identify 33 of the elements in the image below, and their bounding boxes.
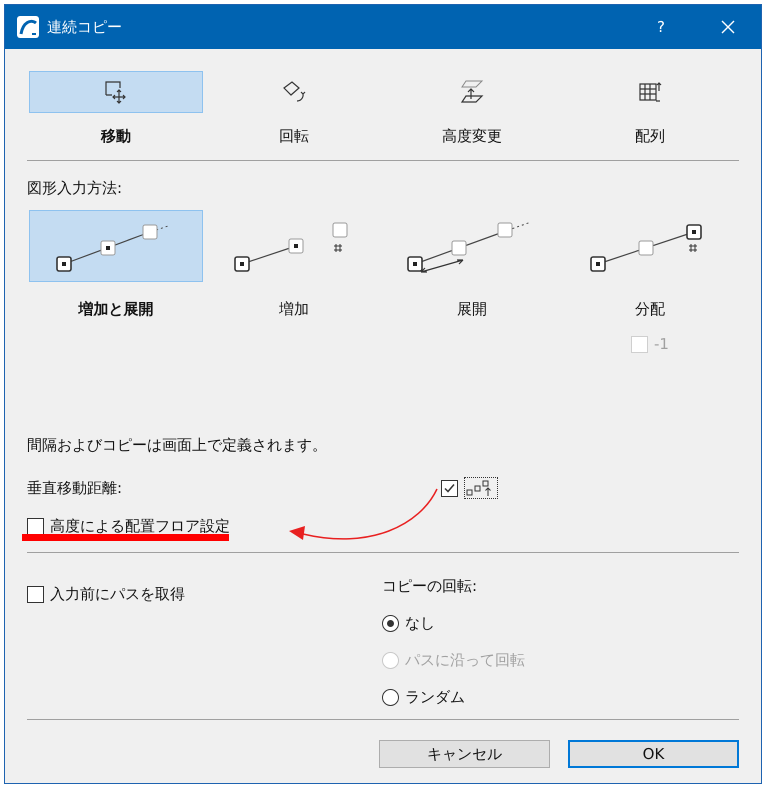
mode-label: 回転 bbox=[279, 127, 309, 146]
check-icon bbox=[444, 482, 455, 494]
window-title: 連続コピー bbox=[47, 18, 123, 36]
field-label: 垂直移動距離: bbox=[27, 478, 124, 498]
input-method-option[interactable] bbox=[29, 210, 203, 282]
checkbox[interactable] bbox=[441, 480, 458, 496]
checkbox-label: 高度による配置フロア設定 bbox=[50, 517, 230, 536]
app-logo-icon bbox=[17, 16, 39, 38]
mode-label: 高度変更 bbox=[442, 127, 502, 146]
checkbox[interactable] bbox=[27, 518, 44, 535]
mode-label: 移動 bbox=[101, 127, 131, 146]
help-button[interactable]: ? bbox=[657, 18, 665, 36]
checkbox[interactable] bbox=[27, 586, 44, 603]
radio-label: ランダム bbox=[405, 688, 465, 707]
radio-button[interactable] bbox=[382, 689, 399, 706]
method-label: 増加 bbox=[279, 300, 309, 319]
info-text: 間隔およびコピーは画面上で定義されます。 bbox=[27, 436, 327, 455]
cancel-button[interactable]: キャンセル bbox=[379, 740, 550, 768]
method-label: 展開 bbox=[457, 300, 487, 319]
method-label: 増加と展開 bbox=[78, 300, 154, 319]
section-label: 図形入力方法: bbox=[27, 179, 122, 198]
checkbox-label: 入力前にパスを取得 bbox=[50, 585, 185, 604]
ok-button[interactable]: OK bbox=[568, 740, 739, 768]
mode-label: 配列 bbox=[635, 127, 665, 146]
radio-label: パスに沿って回転 bbox=[405, 651, 525, 670]
radio-button[interactable] bbox=[382, 615, 399, 632]
method-label: 分配 bbox=[635, 300, 665, 319]
checkbox-label: -1 bbox=[654, 335, 669, 353]
elevation-icon bbox=[459, 79, 485, 105]
group-label: コピーの回転: bbox=[382, 577, 478, 596]
radio-label: なし bbox=[405, 614, 435, 633]
close-icon[interactable] bbox=[721, 20, 735, 34]
elevation-steps-icon[interactable] bbox=[464, 477, 498, 499]
